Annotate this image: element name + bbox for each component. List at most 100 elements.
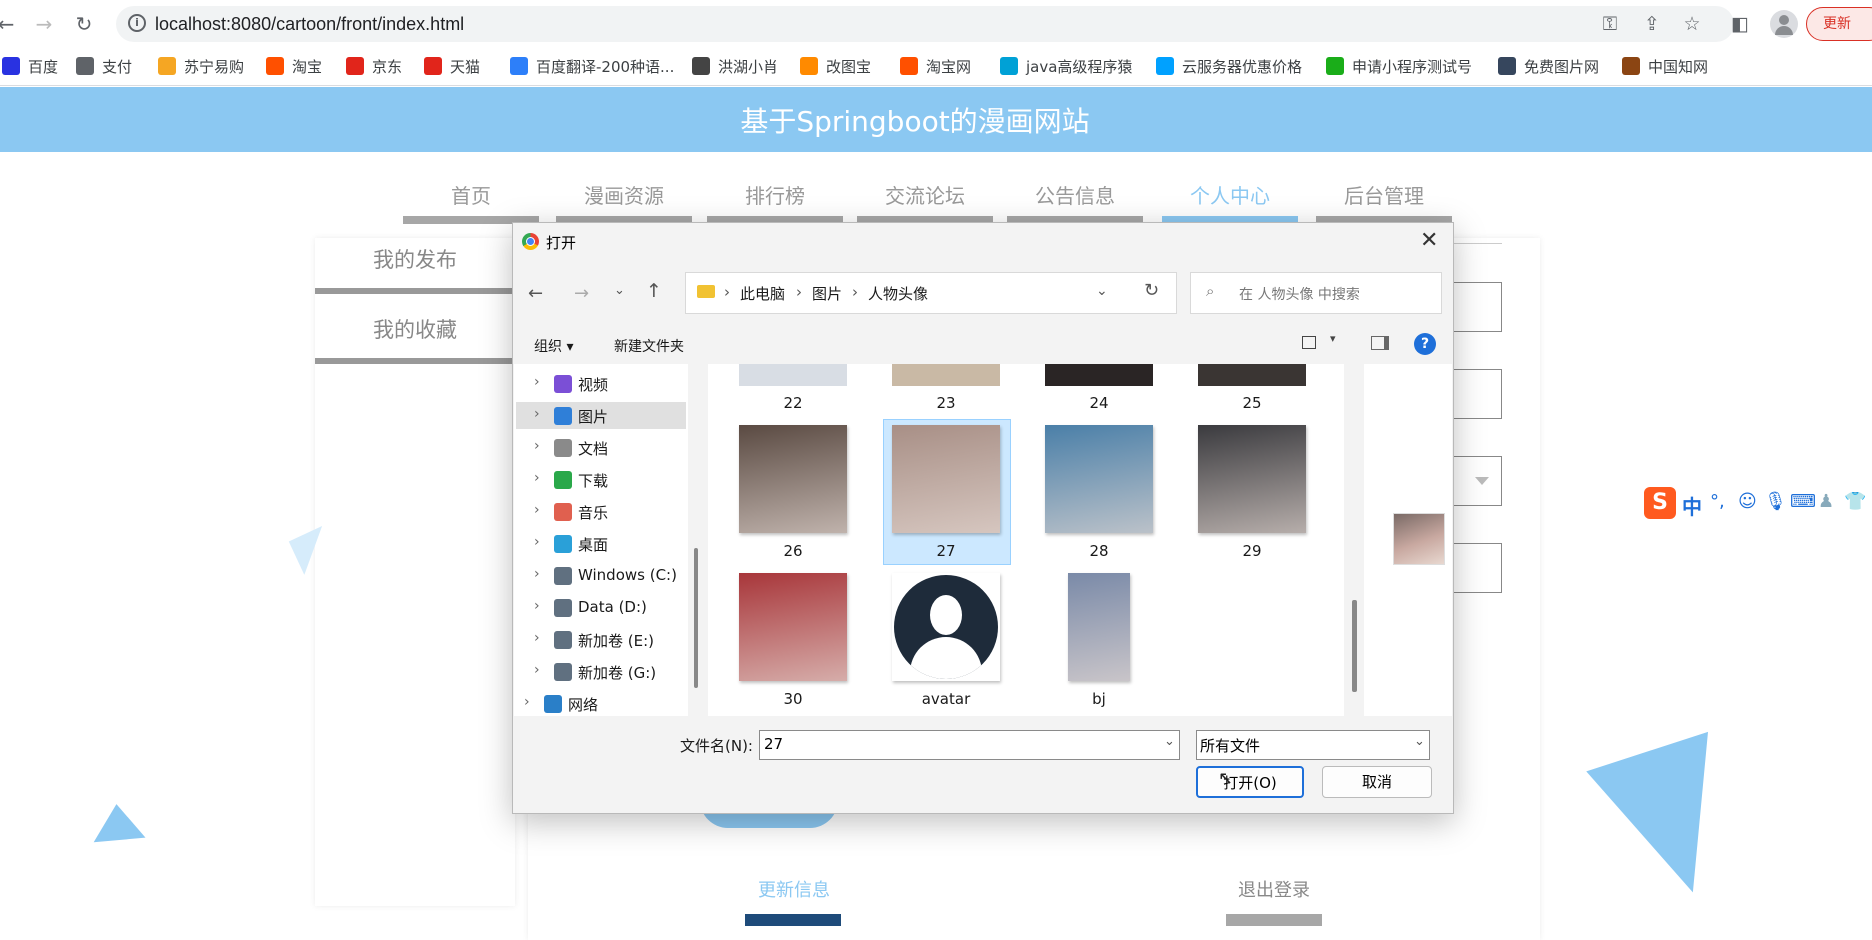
nav-item[interactable]: 首页 [401,180,541,209]
update-button[interactable]: 更新 [1806,7,1872,41]
new-folder-button[interactable]: 新建文件夹 [614,336,684,356]
file-label[interactable]: 26 [723,542,863,560]
open-button[interactable]: 打开(O) [1196,766,1304,798]
file-thumbnail[interactable] [892,573,1000,681]
filetype-dropdown-icon[interactable]: ⌄ [1414,734,1425,749]
bookmark-item[interactable]: 免费图片网 [1498,55,1599,79]
expand-chevron-icon[interactable]: › [534,470,540,486]
expand-chevron-icon[interactable]: › [534,374,540,390]
back-arrow-icon[interactable]: ← [528,283,543,304]
organize-menu[interactable]: 组织 ▾ [534,336,573,356]
side-item-my-posts[interactable]: 我的发布 [315,244,515,274]
file-thumbnail[interactable] [892,364,1000,386]
tree-item[interactable]: 新加卷 (E:) [578,630,654,651]
punctuation-icon[interactable]: °, [1710,491,1725,512]
expand-chevron-icon[interactable]: › [534,566,540,582]
expand-chevron-icon[interactable]: › [534,502,540,518]
star-icon[interactable]: ☆ [1680,12,1704,36]
filename-input[interactable] [759,730,1180,760]
bookmark-item[interactable]: 百度翻译-200种语... [510,55,674,79]
forward-icon[interactable]: → [32,12,56,36]
tree-item[interactable]: Windows (C:) [578,566,677,584]
bookmark-item[interactable]: 云服务器优惠价格 [1156,55,1302,79]
bookmark-item[interactable]: 京东 [346,55,402,79]
expand-chevron-icon[interactable]: › [534,534,540,550]
file-label[interactable]: 25 [1182,394,1322,412]
nav-item[interactable]: 漫画资源 [554,180,694,209]
close-icon[interactable]: ✕ [1420,228,1438,253]
update-info-link[interactable]: 更新信息 [758,876,830,902]
ime-mode[interactable]: 中 [1682,491,1702,520]
bookmark-item[interactable]: 百度 [2,55,58,79]
tree-item[interactable]: 文档 [578,438,608,459]
cancel-button[interactable]: 取消 [1322,766,1432,798]
tree-item[interactable]: 网络 [568,694,598,715]
share-icon[interactable]: ⇪ [1640,12,1664,36]
bookmark-item[interactable]: 改图宝 [800,55,871,79]
nav-item[interactable]: 公告信息 [1005,180,1145,209]
profile-avatar[interactable] [1770,10,1798,38]
filename-dropdown-icon[interactable]: ⌄ [1164,734,1175,749]
bookmark-item[interactable]: 洪湖小肖 [692,55,778,79]
file-label[interactable]: 27 [876,542,1016,560]
url-text[interactable]: localhost:8080/cartoon/front/index.html [155,14,464,35]
bookmark-item[interactable]: 淘宝网 [900,55,971,79]
file-thumbnail[interactable] [739,364,847,386]
file-label[interactable]: 23 [876,394,1016,412]
tree-item[interactable]: 新加卷 (G:) [578,662,656,683]
file-label[interactable]: 29 [1182,542,1322,560]
expand-chevron-icon[interactable]: › [524,694,530,710]
file-thumbnail[interactable] [739,573,847,681]
bookmark-item[interactable]: 天猫 [424,55,480,79]
tree-item[interactable]: 桌面 [578,534,608,555]
expand-chevron-icon[interactable]: › [534,438,540,454]
refresh-icon[interactable]: ↻ [1144,280,1159,301]
expand-chevron-icon[interactable]: › [534,662,540,678]
tree-scrollbar[interactable] [694,548,698,688]
keyboard-icon[interactable]: ⌨ [1790,491,1816,512]
file-label[interactable]: 24 [1029,394,1169,412]
back-icon[interactable]: ← [0,12,18,36]
bookmark-item[interactable]: 苏宁易购 [158,55,244,79]
files-scrollbar[interactable] [1352,600,1357,692]
reload-icon[interactable]: ↻ [72,12,96,36]
bookmark-item[interactable]: 中国知网 [1622,55,1708,79]
filename-value[interactable]: 27 [764,735,783,753]
breadcrumb-pictures[interactable]: 图片 [812,283,842,304]
sogou-icon[interactable]: S [1644,487,1676,519]
nav-item[interactable]: 个人中心 [1160,180,1300,209]
file-label[interactable]: 22 [723,394,863,412]
logout-link[interactable]: 退出登录 [1238,876,1310,902]
breadcrumb-portraits[interactable]: 人物头像 [868,283,928,304]
file-thumbnail[interactable] [739,425,847,533]
user-icon[interactable]: ♟ [1818,491,1834,512]
file-thumbnail[interactable] [1068,573,1130,681]
file-label[interactable]: 30 [723,690,863,708]
expand-chevron-icon[interactable]: › [534,598,540,614]
recent-locations-icon[interactable]: ⌄ [614,283,625,298]
view-dropdown-icon[interactable]: ▾ [1330,332,1336,345]
expand-chevron-icon[interactable]: › [534,406,540,422]
emoji-icon[interactable]: ☺ [1738,491,1757,512]
tree-item[interactable]: 下载 [578,470,608,491]
bookmark-item[interactable]: java高级程序猿 [1000,55,1132,79]
side-item-my-favorites[interactable]: 我的收藏 [315,314,515,344]
bookmark-item[interactable]: 淘宝 [266,55,322,79]
nav-item[interactable]: 排行榜 [705,180,845,209]
tree-item[interactable]: Data (D:) [578,598,647,616]
expand-chevron-icon[interactable]: › [534,630,540,646]
key-icon[interactable]: ⚿ [1598,12,1622,36]
preview-pane-icon[interactable] [1371,336,1389,350]
file-thumbnail[interactable] [1045,364,1153,386]
tree-item[interactable]: 视频 [578,374,608,395]
site-info-icon[interactable]: i [128,14,146,32]
breadcrumb-this-pc[interactable]: 此电脑 [740,283,785,304]
breadcrumb-dropdown-icon[interactable]: ⌄ [1096,283,1108,299]
help-icon[interactable]: ? [1414,333,1436,355]
file-label[interactable]: bj [1029,690,1169,708]
filetype-value[interactable]: 所有文件 [1200,735,1260,756]
side-panel-icon[interactable]: ◧ [1728,12,1752,36]
tree-item[interactable]: 图片 [578,406,608,427]
view-mode-icon[interactable] [1302,336,1316,349]
file-label[interactable]: avatar [876,690,1016,708]
